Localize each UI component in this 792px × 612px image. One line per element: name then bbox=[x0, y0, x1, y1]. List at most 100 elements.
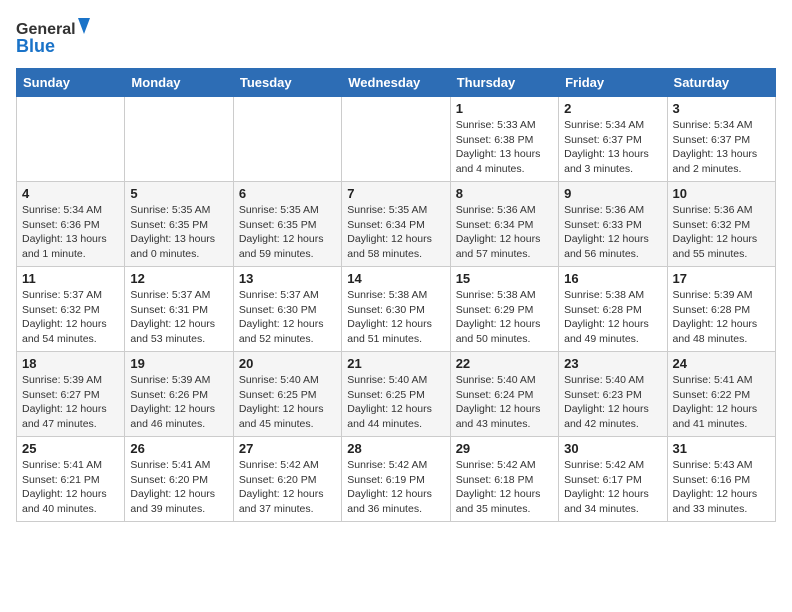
day-info: Sunrise: 5:43 AM Sunset: 6:16 PM Dayligh… bbox=[673, 458, 770, 517]
day-info: Sunrise: 5:40 AM Sunset: 6:23 PM Dayligh… bbox=[564, 373, 661, 432]
day-number: 16 bbox=[564, 271, 661, 286]
day-cell: 29Sunrise: 5:42 AM Sunset: 6:18 PM Dayli… bbox=[450, 437, 558, 522]
day-cell bbox=[17, 97, 125, 182]
day-number: 17 bbox=[673, 271, 770, 286]
day-number: 21 bbox=[347, 356, 444, 371]
day-info: Sunrise: 5:35 AM Sunset: 6:35 PM Dayligh… bbox=[130, 203, 227, 262]
day-number: 8 bbox=[456, 186, 553, 201]
day-cell: 11Sunrise: 5:37 AM Sunset: 6:32 PM Dayli… bbox=[17, 267, 125, 352]
day-number: 9 bbox=[564, 186, 661, 201]
day-info: Sunrise: 5:34 AM Sunset: 6:36 PM Dayligh… bbox=[22, 203, 119, 262]
day-info: Sunrise: 5:34 AM Sunset: 6:37 PM Dayligh… bbox=[673, 118, 770, 177]
day-cell: 3Sunrise: 5:34 AM Sunset: 6:37 PM Daylig… bbox=[667, 97, 775, 182]
day-cell: 1 Sunrise: 5:33 AM Sunset: 6:38 PM Daylig… bbox=[450, 97, 558, 182]
day-number: 12 bbox=[130, 271, 227, 286]
day-cell: 17 Sunrise: 5:39 AM Sunset: 6:28 PM Dayli… bbox=[667, 267, 775, 352]
header-cell-tuesday: Tuesday bbox=[233, 69, 341, 97]
day-cell: 12 Sunrise: 5:37 AM Sunset: 6:31 PM Dayli… bbox=[125, 267, 233, 352]
day-cell: 10 Sunrise: 5:36 AM Sunset: 6:32 PM Dayli… bbox=[667, 182, 775, 267]
day-number: 19 bbox=[130, 356, 227, 371]
page-header: GeneralBlue bbox=[16, 16, 776, 56]
day-info: Sunrise: 5:41 AM Sunset: 6:21 PM Dayligh… bbox=[22, 458, 119, 517]
logo-icon: GeneralBlue bbox=[16, 16, 96, 56]
day-number: 29 bbox=[456, 441, 553, 456]
week-row-1: 1 Sunrise: 5:33 AM Sunset: 6:38 PM Daylig… bbox=[17, 97, 776, 182]
day-info: Sunrise: 5:37 AM Sunset: 6:30 PM Dayligh… bbox=[239, 288, 336, 347]
day-info: Sunrise: 5:41 AM Sunset: 6:20 PM Dayligh… bbox=[130, 458, 227, 517]
header-cell-wednesday: Wednesday bbox=[342, 69, 450, 97]
day-info: Sunrise: 5:39 AM Sunset: 6:26 PM Dayligh… bbox=[130, 373, 227, 432]
header-cell-friday: Friday bbox=[559, 69, 667, 97]
day-info: Sunrise: 5:42 AM Sunset: 6:20 PM Dayligh… bbox=[239, 458, 336, 517]
day-number: 6 bbox=[239, 186, 336, 201]
day-info: Sunrise: 5:40 AM Sunset: 6:25 PM Dayligh… bbox=[347, 373, 444, 432]
calendar-body: 1 Sunrise: 5:33 AM Sunset: 6:38 PM Daylig… bbox=[17, 97, 776, 522]
day-number: 13 bbox=[239, 271, 336, 286]
week-row-2: 4 Sunrise: 5:34 AM Sunset: 6:36 PM Daylig… bbox=[17, 182, 776, 267]
day-info: Sunrise: 5:39 AM Sunset: 6:27 PM Dayligh… bbox=[22, 373, 119, 432]
day-cell: 30 Sunrise: 5:42 AM Sunset: 6:17 PM Dayli… bbox=[559, 437, 667, 522]
day-info: Sunrise: 5:37 AM Sunset: 6:31 PM Dayligh… bbox=[130, 288, 227, 347]
day-number: 26 bbox=[130, 441, 227, 456]
day-cell: 5 Sunrise: 5:35 AM Sunset: 6:35 PM Daylig… bbox=[125, 182, 233, 267]
day-cell: 25 Sunrise: 5:41 AM Sunset: 6:21 PM Dayli… bbox=[17, 437, 125, 522]
day-info: Sunrise: 5:40 AM Sunset: 6:25 PM Dayligh… bbox=[239, 373, 336, 432]
header-cell-monday: Monday bbox=[125, 69, 233, 97]
day-info: Sunrise: 5:39 AM Sunset: 6:28 PM Dayligh… bbox=[673, 288, 770, 347]
day-cell: 24 Sunrise: 5:41 AM Sunset: 6:22 PM Dayli… bbox=[667, 352, 775, 437]
day-cell: 7Sunrise: 5:35 AM Sunset: 6:34 PM Daylig… bbox=[342, 182, 450, 267]
day-cell: 9 Sunrise: 5:36 AM Sunset: 6:33 PM Daylig… bbox=[559, 182, 667, 267]
day-info: Sunrise: 5:35 AM Sunset: 6:34 PM Dayligh… bbox=[347, 203, 444, 262]
day-number: 4 bbox=[22, 186, 119, 201]
day-info: Sunrise: 5:40 AM Sunset: 6:24 PM Dayligh… bbox=[456, 373, 553, 432]
day-cell: 14 Sunrise: 5:38 AM Sunset: 6:30 PM Dayli… bbox=[342, 267, 450, 352]
day-info: Sunrise: 5:38 AM Sunset: 6:30 PM Dayligh… bbox=[347, 288, 444, 347]
day-info: Sunrise: 5:41 AM Sunset: 6:22 PM Dayligh… bbox=[673, 373, 770, 432]
day-number: 18 bbox=[22, 356, 119, 371]
day-cell bbox=[342, 97, 450, 182]
day-number: 14 bbox=[347, 271, 444, 286]
day-cell: 31Sunrise: 5:43 AM Sunset: 6:16 PM Dayli… bbox=[667, 437, 775, 522]
day-number: 10 bbox=[673, 186, 770, 201]
day-number: 1 bbox=[456, 101, 553, 116]
day-info: Sunrise: 5:42 AM Sunset: 6:19 PM Dayligh… bbox=[347, 458, 444, 517]
day-number: 30 bbox=[564, 441, 661, 456]
day-info: Sunrise: 5:36 AM Sunset: 6:32 PM Dayligh… bbox=[673, 203, 770, 262]
day-number: 27 bbox=[239, 441, 336, 456]
day-info: Sunrise: 5:35 AM Sunset: 6:35 PM Dayligh… bbox=[239, 203, 336, 262]
day-info: Sunrise: 5:36 AM Sunset: 6:33 PM Dayligh… bbox=[564, 203, 661, 262]
logo: GeneralBlue bbox=[16, 16, 96, 56]
day-cell: 21 Sunrise: 5:40 AM Sunset: 6:25 PM Dayli… bbox=[342, 352, 450, 437]
day-info: Sunrise: 5:38 AM Sunset: 6:29 PM Dayligh… bbox=[456, 288, 553, 347]
calendar-table: SundayMondayTuesdayWednesdayThursdayFrid… bbox=[16, 68, 776, 522]
day-cell: 15Sunrise: 5:38 AM Sunset: 6:29 PM Dayli… bbox=[450, 267, 558, 352]
day-number: 22 bbox=[456, 356, 553, 371]
day-cell: 26 Sunrise: 5:41 AM Sunset: 6:20 PM Dayli… bbox=[125, 437, 233, 522]
day-info: Sunrise: 5:34 AM Sunset: 6:37 PM Dayligh… bbox=[564, 118, 661, 177]
day-number: 5 bbox=[130, 186, 227, 201]
day-cell: 18 Sunrise: 5:39 AM Sunset: 6:27 PM Dayli… bbox=[17, 352, 125, 437]
day-info: Sunrise: 5:33 AM Sunset: 6:38 PM Dayligh… bbox=[456, 118, 553, 177]
week-row-5: 25 Sunrise: 5:41 AM Sunset: 6:21 PM Dayli… bbox=[17, 437, 776, 522]
day-cell: 27 Sunrise: 5:42 AM Sunset: 6:20 PM Dayli… bbox=[233, 437, 341, 522]
day-cell bbox=[233, 97, 341, 182]
day-number: 25 bbox=[22, 441, 119, 456]
day-info: Sunrise: 5:42 AM Sunset: 6:17 PM Dayligh… bbox=[564, 458, 661, 517]
day-info: Sunrise: 5:38 AM Sunset: 6:28 PM Dayligh… bbox=[564, 288, 661, 347]
day-cell: 4 Sunrise: 5:34 AM Sunset: 6:36 PM Daylig… bbox=[17, 182, 125, 267]
header-cell-saturday: Saturday bbox=[667, 69, 775, 97]
week-row-4: 18 Sunrise: 5:39 AM Sunset: 6:27 PM Dayli… bbox=[17, 352, 776, 437]
day-number: 11 bbox=[22, 271, 119, 286]
day-number: 28 bbox=[347, 441, 444, 456]
day-cell: 13 Sunrise: 5:37 AM Sunset: 6:30 PM Dayli… bbox=[233, 267, 341, 352]
day-cell: 22 Sunrise: 5:40 AM Sunset: 6:24 PM Dayli… bbox=[450, 352, 558, 437]
header-cell-thursday: Thursday bbox=[450, 69, 558, 97]
day-cell: 23Sunrise: 5:40 AM Sunset: 6:23 PM Dayli… bbox=[559, 352, 667, 437]
day-number: 20 bbox=[239, 356, 336, 371]
header-cell-sunday: Sunday bbox=[17, 69, 125, 97]
day-cell: 16 Sunrise: 5:38 AM Sunset: 6:28 PM Dayli… bbox=[559, 267, 667, 352]
day-number: 24 bbox=[673, 356, 770, 371]
day-cell: 28 Sunrise: 5:42 AM Sunset: 6:19 PM Dayli… bbox=[342, 437, 450, 522]
day-cell: 20 Sunrise: 5:40 AM Sunset: 6:25 PM Dayli… bbox=[233, 352, 341, 437]
day-cell: 8Sunrise: 5:36 AM Sunset: 6:34 PM Daylig… bbox=[450, 182, 558, 267]
